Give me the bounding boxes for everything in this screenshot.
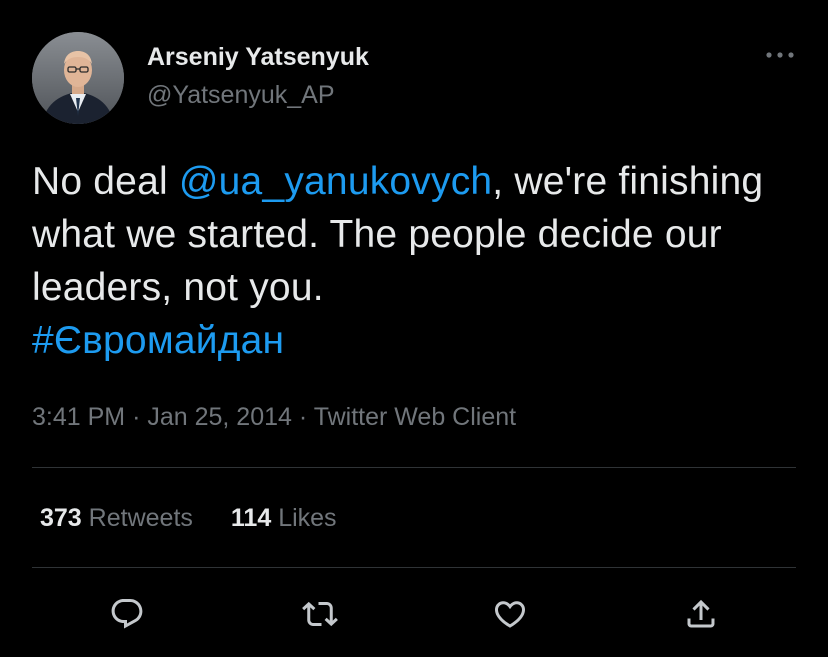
tweet-text: No deal @ua_yanukovych, we're finishing … [32, 155, 792, 367]
retweet-icon [302, 601, 338, 627]
tweet-stats: 373 Retweets 114 Likes [40, 502, 337, 534]
share-icon [687, 599, 715, 628]
reply-icon [111, 599, 143, 629]
profile-photo-icon [32, 32, 124, 124]
tweet-time[interactable]: 3:41 PM [32, 403, 125, 431]
retweets-stat[interactable]: 373 Retweets [40, 502, 193, 534]
divider [32, 567, 796, 568]
meta-separator: · [298, 403, 308, 431]
share-button[interactable] [679, 592, 723, 636]
likes-stat[interactable]: 114 Likes [231, 502, 337, 534]
retweet-button[interactable] [298, 592, 342, 636]
author-name[interactable]: Arseniy Yatsenyuk [147, 42, 369, 72]
tweet-detail: Arseniy Yatsenyuk @Yatsenyuk_AP No deal … [0, 0, 828, 657]
tweet-source[interactable]: Twitter Web Client [314, 403, 516, 431]
hashtag-link[interactable]: #Євромайдан [32, 319, 284, 362]
author-handle[interactable]: @Yatsenyuk_AP [147, 80, 335, 110]
divider [32, 467, 796, 468]
tweet-date[interactable]: Jan 25, 2014 [147, 403, 292, 431]
more-options-button[interactable] [760, 40, 800, 70]
more-icon [766, 52, 794, 58]
reply-button[interactable] [105, 592, 149, 636]
like-button[interactable] [488, 592, 532, 636]
retweets-count: 373 [40, 504, 82, 532]
tweet-meta: 3:41 PM · Jan 25, 2014 · Twitter Web Cli… [32, 401, 516, 433]
retweets-label: Retweets [88, 504, 193, 532]
likes-count: 114 [230, 504, 272, 532]
meta-separator: · [132, 403, 141, 431]
like-icon [494, 601, 526, 628]
likes-label: Likes [278, 504, 337, 532]
mention-link[interactable]: @ua_yanukovych [179, 160, 492, 203]
avatar[interactable] [32, 32, 124, 124]
tweet-text-start: No deal [32, 160, 179, 203]
